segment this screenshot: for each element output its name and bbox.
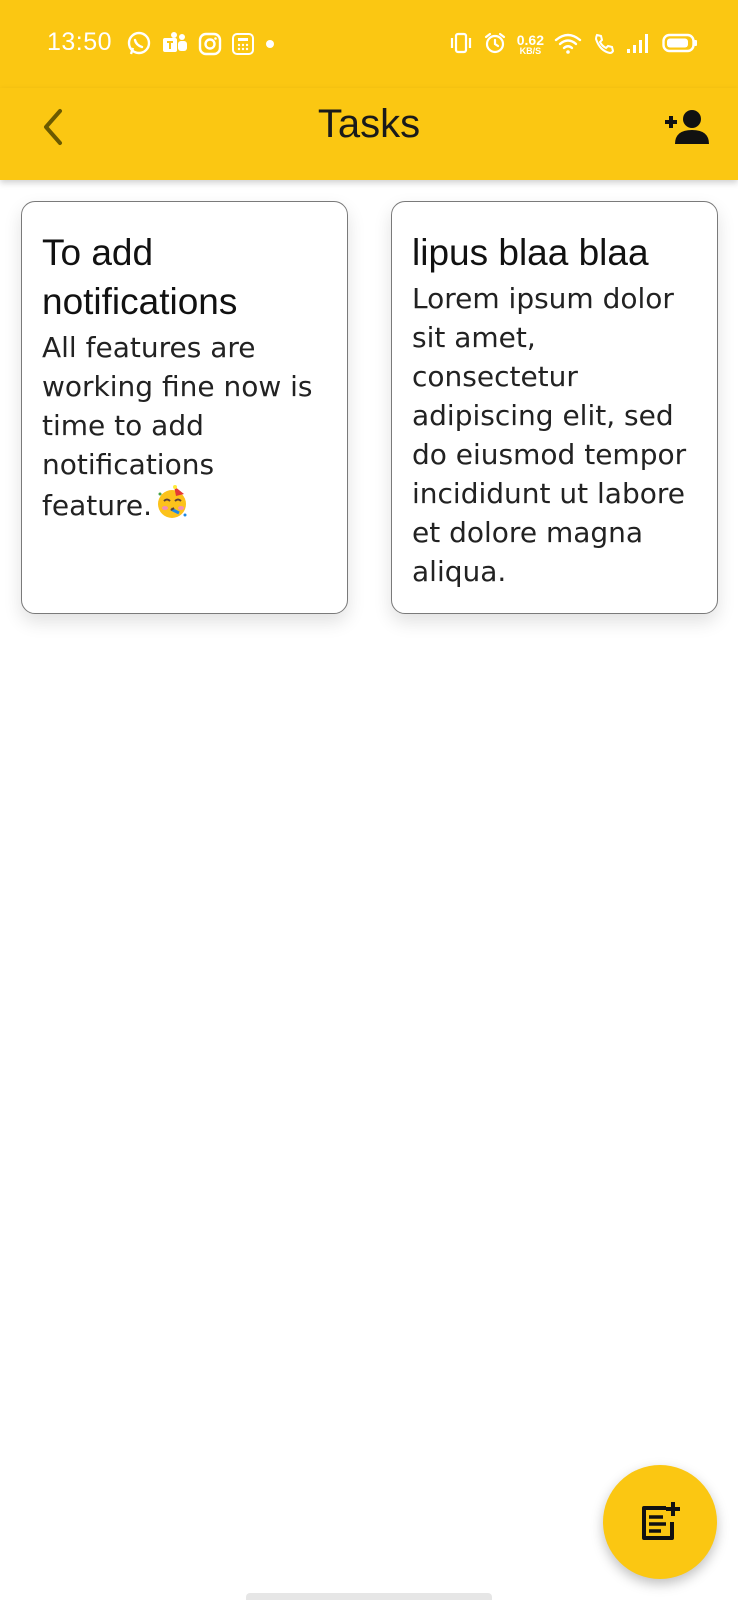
teams-icon <box>163 32 187 52</box>
signal-icon <box>627 34 648 53</box>
task-grid: To add notifications All features are wo… <box>21 201 718 614</box>
alarm-icon <box>484 32 505 54</box>
app-bar: Tasks <box>0 88 738 180</box>
task-description: All features are working fine now is tim… <box>42 328 328 530</box>
network-speed-unit: KB/S <box>519 45 542 56</box>
wifi-icon <box>554 33 582 54</box>
wifi-call-icon <box>594 33 615 55</box>
task-card[interactable]: To add notifications All features are wo… <box>21 201 348 614</box>
network-speed-value: 0.62 <box>516 31 544 48</box>
whatsapp-icon <box>127 31 151 55</box>
dot-icon <box>266 40 274 48</box>
add-task-button[interactable] <box>603 1465 717 1579</box>
status-time: 13:50 <box>47 28 113 56</box>
instagram-icon <box>198 32 222 56</box>
vibrate-icon <box>450 32 471 54</box>
task-title: To add notifications <box>42 232 238 322</box>
partying-face-emoji <box>154 484 190 530</box>
task-card[interactable]: lipus blaa blaa Lorem ipsum dolor sit am… <box>391 201 718 614</box>
page-title: Tasks <box>317 102 421 146</box>
person-add-icon <box>665 110 709 144</box>
status-bar: 13:50 0.62 KB/S <box>0 0 738 88</box>
add-user-button[interactable] <box>658 102 714 152</box>
network-speed: 0.62 KB/S <box>517 33 544 56</box>
status-notification-icons <box>126 30 276 58</box>
calculator-icon <box>232 33 254 55</box>
task-title: lipus blaa blaa <box>412 232 649 273</box>
battery-icon <box>662 33 697 53</box>
home-indicator[interactable] <box>246 1593 492 1600</box>
status-system-icons: 0.62 KB/S <box>449 28 698 58</box>
note-add-icon <box>642 1502 680 1540</box>
task-description: Lorem ipsum dolor sit amet, consectetur … <box>412 282 687 588</box>
